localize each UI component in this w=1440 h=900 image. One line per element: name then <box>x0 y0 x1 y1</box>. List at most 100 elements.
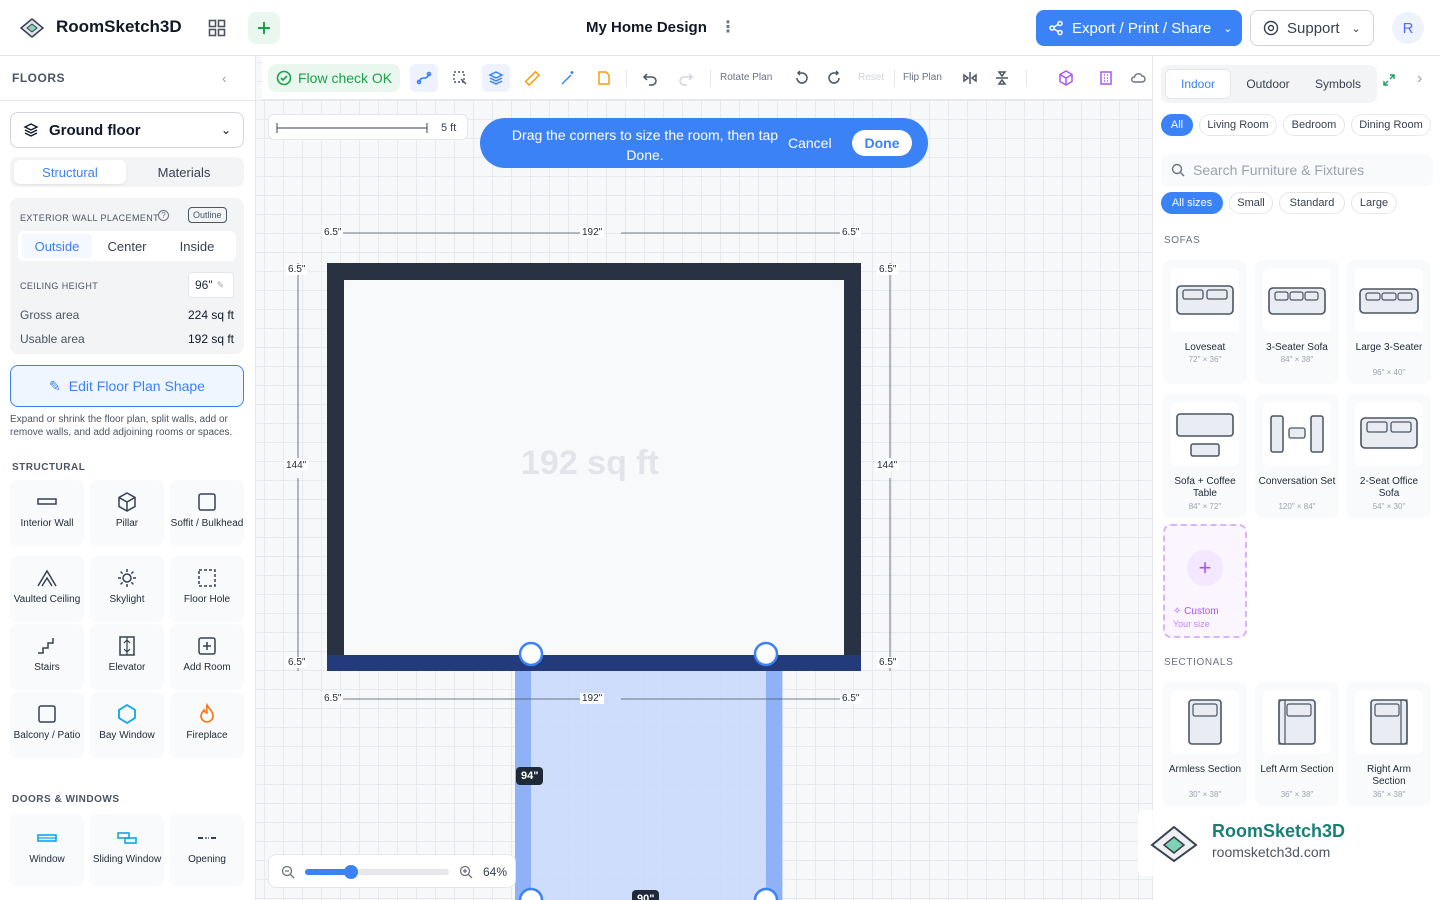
zoom-slider-thumb[interactable] <box>344 865 359 879</box>
furniture-size: 120" × 84" <box>1278 502 1316 511</box>
furniture-thumbnail <box>1355 402 1423 466</box>
structural-tile-floor-hole[interactable]: Floor Hole <box>170 556 244 622</box>
corner-handle[interactable] <box>753 641 779 667</box>
edit-floor-plan-label: Edit Floor Plan Shape <box>68 378 205 394</box>
size-filter-large[interactable]: Large <box>1351 192 1397 214</box>
info-icon[interactable]: ? <box>158 210 169 221</box>
dashed-square-icon <box>198 569 216 587</box>
chevron-right-icon[interactable]: › <box>1417 70 1422 88</box>
furniture-card[interactable]: Conversation Set 120" × 84" <box>1255 394 1339 518</box>
app-name[interactable]: RoomSketch3D <box>56 17 182 37</box>
design-title[interactable]: My Home Design <box>586 19 707 36</box>
tab-indoor[interactable]: Indoor <box>1165 69 1231 99</box>
furniture-card[interactable]: Right Arm Section 36" × 38" <box>1347 682 1431 806</box>
tab-materials[interactable]: Materials <box>128 160 240 184</box>
search-input[interactable]: Search Furniture & Fixtures <box>1161 154 1433 186</box>
room-filter-all[interactable]: All <box>1161 114 1193 136</box>
sectional-icon <box>1370 699 1408 745</box>
floor-plan-canvas[interactable]: Flow check OK Rotate Plan Reset Flip Pla… <box>256 56 1152 900</box>
room-filter-dining[interactable]: Dining Room <box>1351 114 1431 136</box>
wall-bottom[interactable] <box>327 655 861 671</box>
placement-inside[interactable]: Inside <box>162 234 232 258</box>
corner-handle[interactable] <box>518 887 544 900</box>
size-filter-all[interactable]: All sizes <box>1161 192 1223 214</box>
furniture-name: Left Arm Section <box>1260 764 1334 775</box>
furniture-card[interactable]: 3-Seater Sofa 84" × 38" <box>1255 260 1339 384</box>
furniture-card[interactable]: Left Arm Section 36" × 38" <box>1255 682 1339 806</box>
furniture-card[interactable]: 2-Seat Office Sofa 54" × 30" <box>1347 394 1431 518</box>
furniture-thumbnail <box>1263 690 1331 754</box>
furniture-thumbnail <box>1263 268 1331 332</box>
usable-area-row: Usable area 192 sq ft <box>20 332 234 346</box>
tab-structural[interactable]: Structural <box>14 160 126 184</box>
structural-tile-balcony[interactable]: Balcony / Patio <box>10 692 84 758</box>
house-logo-icon[interactable] <box>18 14 46 42</box>
structural-tile-fireplace[interactable]: Fireplace <box>170 692 244 758</box>
structural-tile-pillar[interactable]: Pillar <box>90 480 164 546</box>
furniture-card[interactable]: Large 3-Seater 96" × 40" <box>1347 260 1431 384</box>
dashboard-button[interactable] <box>201 12 233 44</box>
zoom-out-icon[interactable] <box>281 865 295 879</box>
new-room-area[interactable] <box>515 663 783 900</box>
divider <box>0 100 255 101</box>
dim-label: 6.5" <box>286 264 308 275</box>
more-options-icon[interactable]: ⋮ <box>720 17 736 37</box>
ceiling-height-field[interactable]: 96" ✎ <box>188 272 234 298</box>
tab-outdoor[interactable]: Outdoor <box>1235 69 1301 99</box>
wall-left[interactable] <box>327 263 344 671</box>
chevron-down-icon: ⌄ <box>1351 22 1361 35</box>
sliding-window-icon <box>117 832 137 844</box>
cancel-button[interactable]: Cancel <box>788 135 832 151</box>
furniture-thumbnail <box>1263 402 1331 466</box>
sectional-icon <box>1188 699 1222 745</box>
outline-badge[interactable]: Outline <box>188 207 227 223</box>
done-button[interactable]: Done <box>852 130 912 156</box>
collapse-panel-icon[interactable]: ‹ <box>222 70 227 86</box>
tab-symbols[interactable]: Symbols <box>1305 69 1371 99</box>
structural-tile-stairs[interactable]: Stairs <box>10 624 84 690</box>
furniture-card[interactable]: Sofa + Coffee Table 84" × 72" <box>1163 394 1247 518</box>
furniture-card[interactable]: Loveseat 72" × 36" <box>1163 260 1247 384</box>
new-room-wall-right[interactable] <box>766 663 782 900</box>
user-avatar[interactable]: R <box>1392 12 1424 44</box>
new-design-button[interactable] <box>248 12 280 44</box>
support-button[interactable]: Support ⌄ <box>1250 10 1374 46</box>
panel-tabs: Structural Materials <box>10 157 244 187</box>
structural-tile-soffit[interactable]: Soffit / Bulkhead <box>170 480 244 546</box>
furniture-size: 30" × 38" <box>1188 790 1222 799</box>
size-filter-standard[interactable]: Standard <box>1279 192 1345 214</box>
room-filter-living[interactable]: Living Room <box>1199 114 1277 136</box>
expand-icon[interactable] <box>1382 73 1396 87</box>
export-button[interactable]: Export / Print / Share ⌄ <box>1036 10 1242 46</box>
gross-area-label: Gross area <box>20 308 80 322</box>
door-window-tile-window[interactable]: Window <box>10 814 84 886</box>
zoom-slider[interactable] <box>305 865 449 879</box>
door-window-tile-opening[interactable]: Opening <box>170 814 244 886</box>
wall-top[interactable] <box>327 263 861 280</box>
zoom-in-icon[interactable] <box>459 865 473 879</box>
placement-outside[interactable]: Outside <box>22 234 92 258</box>
structural-tile-interior-wall[interactable]: Interior Wall <box>10 480 84 546</box>
tile-label: Fireplace <box>186 730 228 741</box>
room-filter-bedroom[interactable]: Bedroom <box>1283 114 1345 136</box>
structural-tile-bay-window[interactable]: Bay Window <box>90 692 164 758</box>
custom-furniture-button[interactable]: + ✧ Custom Your size <box>1163 524 1247 638</box>
structural-tile-vaulted-ceiling[interactable]: Vaulted Ceiling <box>10 556 84 622</box>
structural-tile-skylight[interactable]: Skylight <box>90 556 164 622</box>
watermark-url: roomsketch3d.com <box>1212 844 1331 860</box>
corner-handle[interactable] <box>753 887 779 900</box>
corner-handle[interactable] <box>518 641 544 667</box>
structural-tile-elevator[interactable]: Elevator <box>90 624 164 690</box>
structural-tile-add-room[interactable]: Add Room <box>170 624 244 690</box>
left-panel: FLOORS ‹ Ground floor ⌄ Structural Mater… <box>0 56 256 900</box>
placement-center[interactable]: Center <box>92 234 162 258</box>
dim-label: 6.5" <box>322 227 344 238</box>
size-filter-small[interactable]: Small <box>1229 192 1273 214</box>
door-window-tile-sliding-window[interactable]: Sliding Window <box>90 814 164 886</box>
wall-right[interactable] <box>844 263 861 671</box>
search-icon <box>1171 163 1185 177</box>
edit-floor-plan-button[interactable]: ✎ Edit Floor Plan Shape <box>10 365 244 407</box>
furniture-card[interactable]: Armless Section 30" × 38" <box>1163 682 1247 806</box>
floor-selector[interactable]: Ground floor ⌄ <box>10 112 244 148</box>
furniture-name: Sofa + Coffee Table <box>1174 476 1236 499</box>
